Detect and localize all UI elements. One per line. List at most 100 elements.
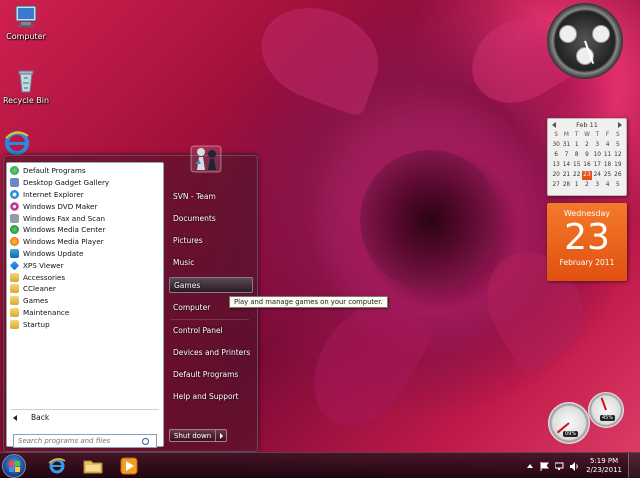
volume-icon[interactable] [570,461,579,471]
show-hidden-icons-icon[interactable] [527,464,534,468]
program-item-internet-explorer[interactable]: Internet Explorer [10,189,160,201]
calendar-day[interactable]: 26 [613,171,623,180]
taskbar-media-player[interactable] [112,455,146,477]
calendar-day[interactable]: 8 [572,151,582,160]
place-item-devices-and-printers[interactable]: Devices and Printers [169,344,253,360]
calendar-day[interactable]: 12 [613,151,623,160]
program-item-windows-dvd-maker[interactable]: Windows DVD Maker [10,200,160,212]
program-item-windows-update[interactable]: Windows Update [10,248,160,260]
ie-icon [48,458,66,474]
place-item-control-panel[interactable]: Control Panel [169,322,253,338]
calendar-day[interactable]: 30 [551,141,561,150]
program-item-desktop-gadget-gallery[interactable]: Desktop Gadget Gallery [10,177,160,189]
taskbar-clock[interactable]: 5:19 PM 2/23/2011 [586,457,622,475]
calendar-weekday: T [595,132,600,138]
start-button[interactable] [2,454,26,478]
calendar-day[interactable]: 22 [572,171,582,180]
calendar-day[interactable]: 11 [602,151,612,160]
desktop-icon-computer[interactable]: Computer [0,4,52,41]
place-label: Documents [173,213,216,223]
calendar-day[interactable]: 4 [602,141,612,150]
back-button[interactable]: Back [13,413,49,422]
place-item-documents[interactable]: Documents [169,210,253,226]
program-item-windows-fax-and-scan[interactable]: Windows Fax and Scan [10,212,160,224]
shutdown-button[interactable]: Shut down [169,429,217,442]
dvd-maker-icon [10,201,19,211]
program-label: Windows Media Player [23,237,104,247]
calendar-day[interactable]: 31 [561,141,571,150]
internet-explorer-icon [5,131,29,155]
calendar-day[interactable]: 17 [592,161,602,170]
program-item-maintenance[interactable]: Maintenance [10,307,160,319]
calendar-day[interactable]: 1 [572,181,582,190]
desktop-icon-recycle-bin[interactable]: Recycle Bin [0,68,52,105]
place-item-svn-team[interactable]: SVN - Team [169,188,253,204]
calendar-day[interactable]: 13 [551,161,561,170]
next-month-icon[interactable] [617,122,622,128]
folder-icon [83,460,103,474]
calendar-day[interactable]: 9 [582,151,592,160]
program-label: Windows Fax and Scan [23,213,106,223]
program-item-default-programs[interactable]: Default Programs [10,165,160,177]
calendar-day[interactable]: 27 [551,181,561,190]
windows-logo-icon [9,461,20,472]
calendar-day[interactable]: 3 [592,181,602,190]
calendar-day[interactable]: 18 [602,161,612,170]
calendar-day[interactable]: 10 [592,151,602,160]
program-item-windows-media-center[interactable]: Windows Media Center [10,224,160,236]
calendar-day[interactable]: 5 [613,141,623,150]
network-icon[interactable] [555,462,564,471]
taskbar-windows-explorer[interactable] [76,455,110,477]
place-label: Games [174,280,201,290]
program-item-xps-viewer[interactable]: XPS Viewer [9,259,160,271]
date-card-gadget[interactable]: Wednesday 23 February 2011 [547,203,627,281]
calendar-day[interactable]: 19 [613,161,623,170]
search-box[interactable] [13,434,157,448]
program-label: XPS Viewer [23,260,64,270]
calendar-gadget[interactable]: Feb 11 S M T W T F S 30 31 1 2 3 4 5 6 7 8 9 10 11 12 13 14 15 1… [547,118,627,196]
show-desktop-button[interactable] [628,453,640,478]
previous-month-icon[interactable] [552,122,556,128]
action-center-flag-icon[interactable] [540,461,550,471]
calendar-day[interactable]: 25 [602,171,612,180]
calendar-day[interactable]: 6 [551,151,561,160]
calendar-day[interactable]: 1 [572,141,582,150]
clock-gadget[interactable] [547,3,623,79]
folder-icon [10,307,19,317]
desktop-icon-label: Recycle Bin [2,96,50,105]
place-item-default-programs[interactable]: Default Programs [169,366,253,382]
cpu-meter-gadget[interactable]: 09% [548,402,590,444]
calendar-day[interactable]: 23 [581,171,593,180]
ram-value: 45% [600,415,616,421]
calendar-day[interactable]: 15 [572,161,582,170]
calendar-day[interactable]: 2 [582,181,592,190]
calendar-day[interactable]: 20 [551,171,561,180]
calendar-day[interactable]: 7 [561,151,571,160]
program-item-ccleaner[interactable]: CCleaner [10,283,160,295]
program-label: Windows DVD Maker [23,201,98,211]
calendar-day[interactable]: 28 [561,181,571,190]
search-icon[interactable] [142,437,149,445]
place-item-games[interactable]: Games [169,277,253,293]
ram-meter-gadget[interactable]: 45% [588,392,624,428]
calendar-day[interactable]: 3 [592,141,602,150]
calendar-day[interactable]: 24 [592,171,602,180]
shutdown-options-button[interactable] [216,429,228,442]
place-item-music[interactable]: Music [169,254,253,270]
program-item-games[interactable]: Games [10,295,160,307]
program-item-accessories[interactable]: Accessories [10,271,160,283]
calendar-day[interactable]: 4 [602,181,612,190]
place-item-pictures[interactable]: Pictures [169,232,253,248]
search-input[interactable] [18,437,142,445]
taskbar-internet-explorer[interactable] [40,455,74,477]
calendar-day[interactable]: 21 [561,171,571,180]
desktop-icon-internet-explorer[interactable] [2,130,32,158]
program-item-startup[interactable]: Startup [10,318,160,330]
start-menu-programs-pane: Default Programs Desktop Gadget Gallery … [6,162,164,448]
program-item-windows-media-player[interactable]: Windows Media Player [10,236,160,248]
calendar-day[interactable]: 14 [561,161,571,170]
place-item-help-and-support[interactable]: Help and Support [169,388,253,404]
calendar-day[interactable]: 5 [613,181,623,190]
calendar-day[interactable]: 2 [582,141,592,150]
calendar-day[interactable]: 16 [582,161,592,170]
